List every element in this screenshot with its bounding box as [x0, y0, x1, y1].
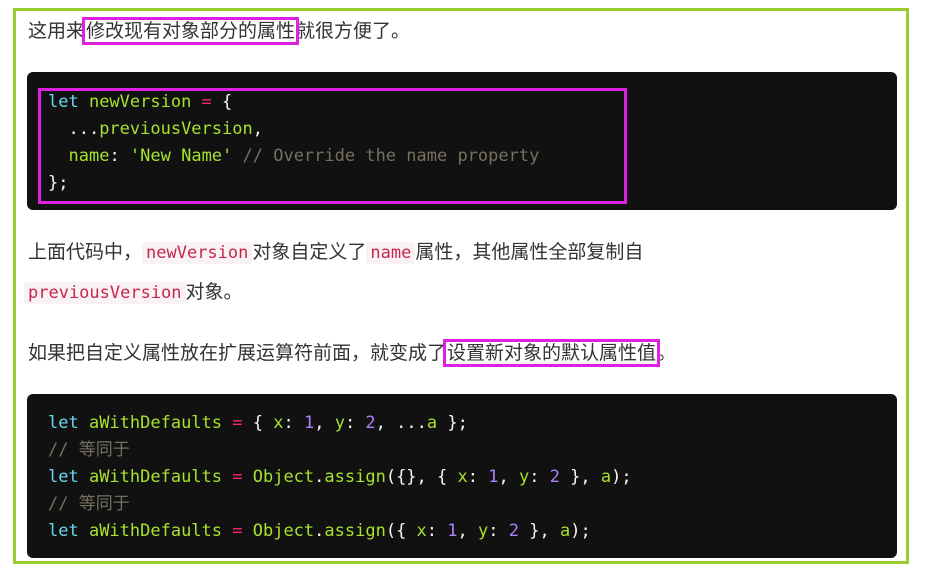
code-token: ({: [385, 521, 417, 541]
code-token: 2: [508, 521, 519, 541]
code-token: let: [48, 413, 89, 433]
code-token: .: [314, 521, 325, 541]
code-token: y: [478, 521, 489, 541]
code-block-2: let aWithDefaults = { x: 1, y: 2, ...a }…: [27, 394, 897, 558]
code-token: ,: [498, 467, 519, 487]
code-line: name: 'New Name' // Override the name pr…: [48, 143, 539, 170]
code-token: ,: [457, 521, 479, 541]
code-token: let: [48, 92, 89, 112]
code-token: // Override the name property: [232, 146, 540, 166]
code-token: {: [252, 413, 274, 433]
code-line: ...previousVersion,: [48, 116, 539, 143]
paragraph-defaults: 如果把自定义属性放在扩展运算符前面，就变成了设置新对象的默认属性值。: [28, 339, 676, 367]
code-token: let: [48, 467, 89, 487]
highlighted-text: 修改现有对象部分的属性: [82, 17, 300, 45]
code-token: :: [283, 413, 304, 433]
code-block-1: let newVersion = { ...previousVersion, n…: [27, 72, 897, 210]
code-token: :: [529, 467, 550, 487]
code-line: let aWithDefaults = Object.assign({ x: 1…: [48, 518, 632, 545]
code-token: aWithDefaults: [88, 413, 233, 433]
inline-code: previousVersion: [24, 282, 186, 304]
code-token: y: [334, 413, 345, 433]
code-token: =: [201, 92, 223, 112]
code-line: let aWithDefaults = Object.assign({}, { …: [48, 464, 632, 491]
code-token: a: [600, 467, 612, 487]
inline-code: newVersion: [142, 242, 253, 264]
code-token: };: [437, 413, 468, 433]
paragraph-explain-line2: previousVersion 对象。: [24, 278, 243, 307]
code-token: 1: [447, 521, 458, 541]
paragraph-intro: 这用来修改现有对象部分的属性就很方便了。: [28, 17, 410, 45]
code-token: ...: [48, 119, 100, 139]
code-token: aWithDefaults: [88, 521, 233, 541]
code-token: let: [48, 521, 89, 541]
code-token: x: [416, 521, 427, 541]
code-token: ,: [252, 119, 263, 139]
code-line: let newVersion = {: [48, 89, 539, 116]
code-token: :: [426, 521, 448, 541]
code-token: );: [611, 467, 632, 487]
code-content: let newVersion = { ...previousVersion, n…: [48, 89, 539, 197]
code-token: :: [344, 413, 366, 433]
text: 对象。: [185, 281, 243, 303]
paragraph-explain: 上面代码中， newVersion 对象自定义了 name 属性，其他属性全部复制自: [28, 238, 643, 267]
code-token: y: [518, 467, 530, 487]
code-token: aWithDefaults: [88, 467, 233, 487]
code-token: // 等同于: [48, 494, 130, 514]
code-token: :: [467, 467, 489, 487]
text: 。: [657, 342, 677, 364]
code-line: let aWithDefaults = { x: 1, y: 2, ...a }…: [48, 410, 632, 437]
text: 如果把自定义属性放在扩展运算符前面，就变成了: [28, 342, 447, 364]
code-token: a: [426, 413, 438, 433]
text: 就很方便了。: [296, 20, 411, 42]
code-token: Object: [252, 521, 315, 541]
text: 对象自定义了: [252, 241, 367, 263]
code-token: },: [559, 467, 601, 487]
code-token: a: [559, 521, 571, 541]
code-token: name: [68, 146, 110, 166]
code-token: assign: [324, 467, 386, 487]
code-token: =: [232, 467, 253, 487]
code-token: Object: [252, 467, 315, 487]
code-token: // 等同于: [48, 440, 130, 460]
text: 上面代码中，: [28, 241, 143, 263]
code-token: x: [273, 413, 284, 433]
code-line: // 等同于: [48, 491, 632, 518]
code-token: 2: [365, 413, 376, 433]
code-token: 2: [549, 467, 560, 487]
code-token: , ...: [375, 413, 427, 433]
code-token: :: [488, 521, 509, 541]
code-token: 'New Name': [129, 146, 233, 166]
code-token: ,: [314, 413, 335, 433]
inline-code: name: [366, 242, 416, 264]
code-token: );: [570, 521, 591, 541]
code-token: previousVersion: [99, 119, 253, 139]
code-content: let aWithDefaults = { x: 1, y: 2, ...a }…: [48, 410, 632, 545]
code-token: 1: [488, 467, 499, 487]
code-token: assign: [324, 521, 386, 541]
code-token: newVersion: [88, 92, 202, 112]
code-line: };: [48, 170, 539, 197]
highlighted-text: 设置新对象的默认属性值: [443, 339, 661, 367]
text: 属性，其他属性全部复制自: [415, 241, 644, 263]
code-token: =: [232, 413, 253, 433]
code-token: 1: [303, 413, 315, 433]
code-line: // 等同于: [48, 437, 632, 464]
code-token: .: [314, 467, 325, 487]
text: 这用来: [28, 20, 86, 42]
code-token: :: [109, 146, 130, 166]
code-token: {: [222, 92, 233, 112]
code-token: ({}, {: [385, 467, 458, 487]
code-token: x: [457, 467, 468, 487]
code-token: },: [519, 521, 560, 541]
code-token: };: [48, 173, 69, 193]
code-token: =: [232, 521, 253, 541]
